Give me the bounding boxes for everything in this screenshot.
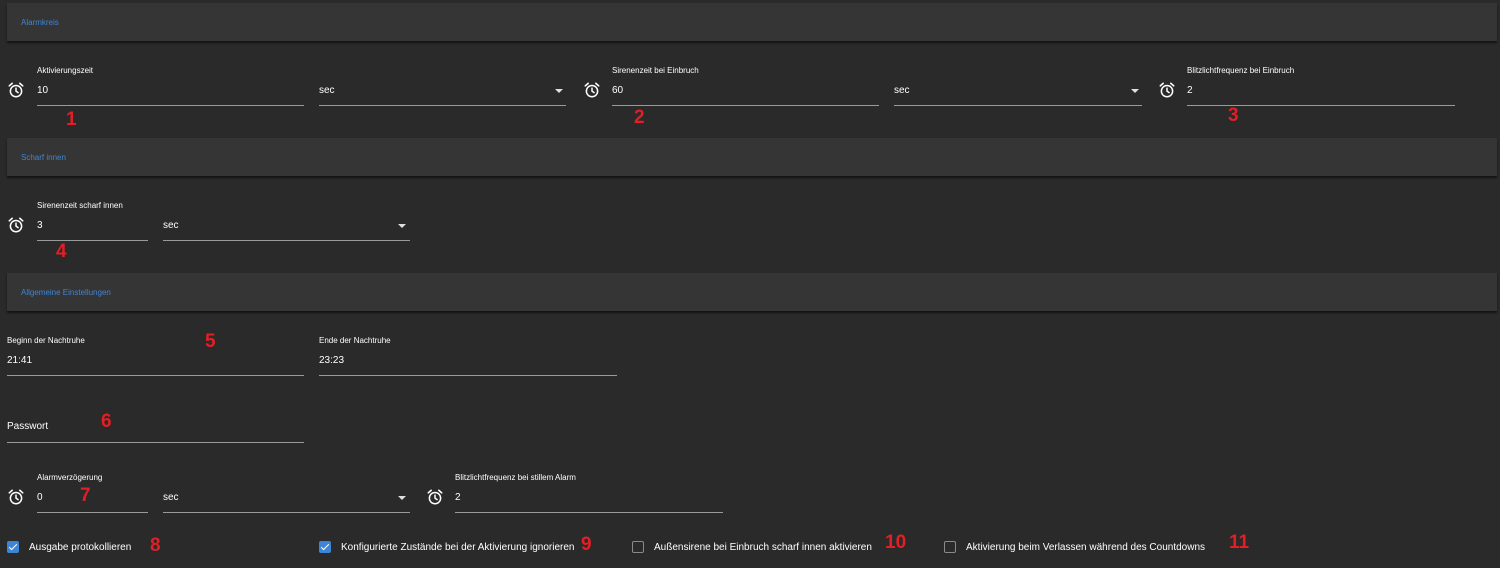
alarmverzoegerung-label: Alarmverzögerung <box>37 473 103 482</box>
sirenenzeit-scharf-innen-unit-underline <box>163 240 410 241</box>
sirenenzeit-scharf-innen-input[interactable]: 3 <box>37 220 43 231</box>
blitzlicht-einbruch-input[interactable]: 2 <box>1187 85 1193 96</box>
section-header-alarmkreis: Alarmkreis <box>7 3 1497 41</box>
beginn-nachtruhe-label: Beginn der Nachtruhe <box>7 336 85 345</box>
sirenenzeit-einbruch-label: Sirenenzeit bei Einbruch <box>612 66 699 75</box>
blitzlicht-stiller-alarm-underline <box>455 512 723 513</box>
ende-nachtruhe-input[interactable]: 23:23 <box>319 355 344 366</box>
beginn-nachtruhe-underline <box>7 375 304 376</box>
annotation-1: 1 <box>66 109 77 130</box>
sirenenzeit-scharf-innen-underline <box>37 240 148 241</box>
aktivierungszeit-unit-underline <box>319 105 566 106</box>
section-title: Alarmkreis <box>21 18 59 27</box>
annotation-3: 3 <box>1228 105 1239 126</box>
chevron-down-icon[interactable] <box>555 89 563 93</box>
checkbox-ausgabe-protokollieren[interactable] <box>7 541 19 553</box>
annotation-11: 11 <box>1229 532 1250 553</box>
checkbox-label: Konfigurierte Zustände bei der Aktivieru… <box>341 542 575 553</box>
alarm-clock-icon <box>8 217 24 233</box>
checkbox-aktivierung-countdown[interactable] <box>944 541 956 553</box>
blitzlicht-einbruch-label: Blitzlichtfrequenz bei Einbruch <box>1187 66 1295 75</box>
sirenenzeit-scharf-innen-label: Sirenenzeit scharf innen <box>37 201 123 210</box>
annotation-9: 9 <box>581 534 592 555</box>
checkbox-label: Ausgabe protokollieren <box>29 542 132 553</box>
aktivierungszeit-unit-select[interactable]: sec <box>319 85 335 96</box>
alarm-clock-icon <box>1159 82 1175 98</box>
aktivierungszeit-underline <box>37 105 304 106</box>
sirenenzeit-einbruch-underline <box>612 105 879 106</box>
sirenenzeit-einbruch-unit-select[interactable]: sec <box>894 85 910 96</box>
password-underline <box>7 442 304 443</box>
password-input[interactable]: Passwort <box>7 421 48 432</box>
checkbox-label: Außensirene bei Einbruch scharf innen ak… <box>654 542 872 553</box>
ende-nachtruhe-label: Ende der Nachtruhe <box>319 336 391 345</box>
checkbox-label: Aktivierung beim Verlassen während des C… <box>966 542 1206 553</box>
beginn-nachtruhe-input[interactable]: 21:41 <box>7 355 32 366</box>
annotation-10: 10 <box>885 532 907 553</box>
alarmverzoegerung-input[interactable]: 0 <box>37 492 43 503</box>
chevron-down-icon[interactable] <box>398 224 406 228</box>
section-title: Allgemeine Einstellungen <box>21 288 111 297</box>
annotation-6: 6 <box>101 411 112 432</box>
sirenenzeit-einbruch-input[interactable]: 60 <box>612 85 623 96</box>
blitzlicht-stiller-alarm-label: Blitzlichtfrequenz bei stillem Alarm <box>455 473 576 482</box>
section-header-scharf-innen: Scharf innen <box>7 138 1497 176</box>
alarm-clock-icon <box>8 82 24 98</box>
aktivierungszeit-label: Aktivierungszeit <box>37 66 94 75</box>
annotation-7: 7 <box>80 485 91 506</box>
alarmverzoegerung-unit-select[interactable]: sec <box>163 492 179 503</box>
chevron-down-icon[interactable] <box>398 496 406 500</box>
annotation-5: 5 <box>205 331 216 352</box>
alarm-clock-icon <box>584 82 600 98</box>
section-header-allgemeine-einstellungen: Allgemeine Einstellungen <box>7 273 1497 311</box>
alarm-clock-icon <box>8 489 24 505</box>
chevron-down-icon[interactable] <box>1131 89 1139 93</box>
alarm-clock-icon <box>427 489 443 505</box>
aktivierungszeit-input[interactable]: 10 <box>37 85 48 96</box>
blitzlicht-stiller-alarm-input[interactable]: 2 <box>455 492 461 503</box>
section-title: Scharf innen <box>21 153 66 162</box>
alarmverzoegerung-underline <box>37 512 148 513</box>
annotation-2: 2 <box>634 107 645 128</box>
ende-nachtruhe-underline <box>319 375 617 376</box>
checkbox-zustaende-ignorieren[interactable] <box>319 541 331 553</box>
alarmverzoegerung-unit-underline <box>163 512 410 513</box>
sirenenzeit-einbruch-unit-underline <box>894 105 1142 106</box>
checkbox-aussensirene[interactable] <box>632 541 644 553</box>
sirenenzeit-scharf-innen-unit-select[interactable]: sec <box>163 220 179 231</box>
annotation-8: 8 <box>150 535 161 556</box>
annotation-4: 4 <box>56 241 67 262</box>
